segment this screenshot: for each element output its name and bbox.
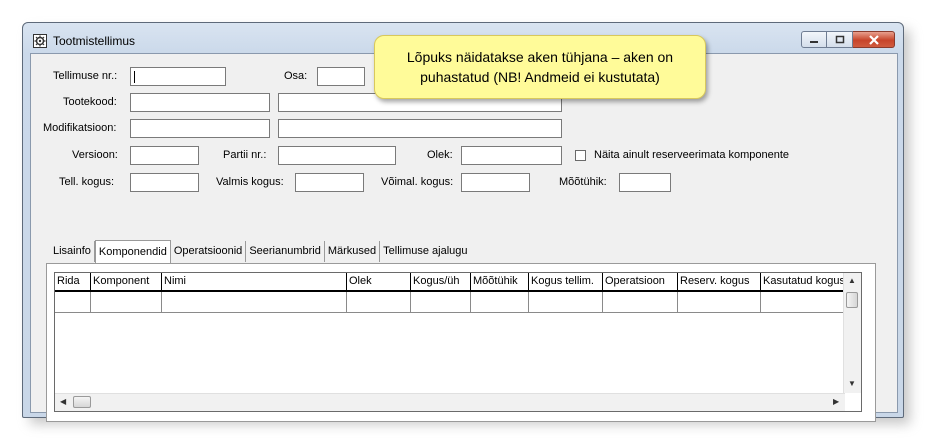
- col-reserv-kogus[interactable]: Reserv. kogus: [678, 273, 761, 290]
- callout-line-1: Lõpuks näidatakse aken tühjana – aken on: [406, 49, 674, 65]
- tell-kogus-input[interactable]: [130, 173, 199, 192]
- modifikatsioon-input[interactable]: [130, 119, 270, 138]
- col-operatsioon[interactable]: Operatsioon: [603, 273, 678, 290]
- minimize-icon: [810, 40, 818, 43]
- col-olek[interactable]: Olek: [347, 273, 411, 290]
- olek-input[interactable]: [461, 146, 562, 165]
- form-area: Tellimuse nr.: Osa: Tootekood: Modifikat…: [30, 53, 898, 422]
- vertical-scroll-thumb[interactable]: [846, 292, 858, 308]
- horizontal-scroll-thumb[interactable]: [73, 396, 91, 408]
- tab-strip: Lisainfo Komponendid Operatsioonid Seeri…: [50, 240, 471, 263]
- window-controls: [801, 31, 895, 48]
- grid-cell[interactable]: [347, 292, 411, 312]
- table-row[interactable]: [55, 292, 856, 313]
- text-caret: [134, 71, 135, 83]
- versioon-input[interactable]: [130, 146, 199, 165]
- col-rida[interactable]: Rida: [55, 273, 91, 290]
- grid-cell[interactable]: [678, 292, 761, 312]
- reserveerimata-label: Näita ainult reserveerimata komponente: [594, 149, 790, 161]
- close-button[interactable]: [853, 31, 895, 48]
- grid-cell[interactable]: [162, 292, 347, 312]
- grid-cell[interactable]: [761, 292, 856, 312]
- grid-cell[interactable]: [91, 292, 162, 312]
- tootekood-label: Tootekood:: [63, 96, 117, 108]
- tell-kogus-label: Tell. kogus:: [59, 176, 115, 188]
- tab-seerianumbrid[interactable]: Seerianumbrid: [246, 241, 325, 262]
- col-mootuhik[interactable]: Mõõtühik: [471, 273, 529, 290]
- tab-komponendid[interactable]: Komponendid: [94, 240, 171, 263]
- tab-panel: Rida Komponent Nimi Olek Kogus/üh Mõõtüh…: [46, 263, 876, 422]
- tab-operatsioonid[interactable]: Operatsioonid: [171, 241, 247, 262]
- callout-line-2: puhastatud (NB! Andmeid ei kustutata): [420, 69, 660, 85]
- olek-label: Olek:: [427, 149, 453, 161]
- osa-input[interactable]: [317, 67, 365, 86]
- grid-cell[interactable]: [55, 292, 91, 312]
- versioon-label: Versioon:: [72, 149, 118, 161]
- grid-cell[interactable]: [529, 292, 603, 312]
- col-kogus-uh[interactable]: Kogus/üh: [411, 273, 471, 290]
- col-kogus-tellim[interactable]: Kogus tellim.: [529, 273, 603, 290]
- tellimuse-nr-input[interactable]: [130, 67, 226, 86]
- tab-lisainfo[interactable]: Lisainfo: [50, 241, 95, 262]
- grid-cell[interactable]: [411, 292, 471, 312]
- grid-header: Rida Komponent Nimi Olek Kogus/üh Mõõtüh…: [55, 273, 856, 292]
- maximize-icon: [835, 35, 844, 44]
- tootekood-input[interactable]: [130, 93, 270, 112]
- partii-nr-label: Partii nr.:: [223, 149, 267, 161]
- scroll-down-icon[interactable]: ▼: [848, 379, 856, 388]
- col-kasutatud-kogus[interactable]: Kasutatud kogus: [761, 273, 856, 290]
- tellimuse-nr-label: Tellimuse nr.:: [53, 70, 118, 82]
- components-grid[interactable]: Rida Komponent Nimi Olek Kogus/üh Mõõtüh…: [54, 272, 862, 412]
- annotation-callout: Lõpuks näidatakse aken tühjana – aken on…: [374, 35, 706, 99]
- close-icon: [868, 34, 879, 45]
- horizontal-scrollbar[interactable]: ◀ ▶: [55, 393, 845, 411]
- scroll-left-icon[interactable]: ◀: [60, 397, 66, 406]
- app-gear-icon: [33, 34, 47, 48]
- modifikatsioon-label: Modifikatsioon:: [43, 122, 117, 134]
- mootuhik-label: Mõõtühik:: [559, 176, 607, 188]
- voimal-kogus-label: Võimal. kogus:: [381, 176, 454, 188]
- valmis-kogus-input[interactable]: [295, 173, 364, 192]
- partii-nr-input[interactable]: [278, 146, 396, 165]
- tab-markused[interactable]: Märkused: [325, 241, 381, 262]
- mootuhik-input[interactable]: [619, 173, 671, 192]
- osa-label: Osa:: [284, 70, 308, 82]
- maximize-button[interactable]: [827, 31, 853, 48]
- scroll-right-icon[interactable]: ▶: [833, 397, 839, 406]
- col-komponent[interactable]: Komponent: [91, 273, 162, 290]
- grid-cell[interactable]: [603, 292, 678, 312]
- valmis-kogus-label: Valmis kogus:: [216, 176, 284, 188]
- voimal-kogus-input[interactable]: [461, 173, 530, 192]
- minimize-button[interactable]: [801, 31, 827, 48]
- col-nimi[interactable]: Nimi: [162, 273, 347, 290]
- grid-cell[interactable]: [471, 292, 529, 312]
- scroll-up-icon[interactable]: ▲: [848, 276, 856, 285]
- reserveerimata-checkbox[interactable]: [575, 150, 586, 161]
- modifikatsioon-name-input[interactable]: [278, 119, 562, 138]
- tab-tellimuse-ajalugu[interactable]: Tellimuse ajalugu: [380, 241, 470, 262]
- window-title: Tootmistellimus: [53, 34, 136, 48]
- vertical-scrollbar[interactable]: ▲ ▼: [843, 273, 861, 393]
